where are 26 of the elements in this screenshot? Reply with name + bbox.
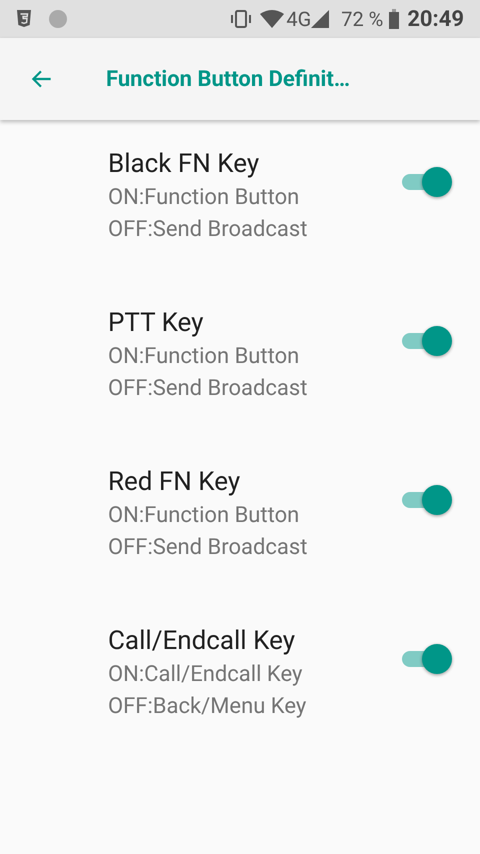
vibrate-icon bbox=[230, 10, 252, 28]
setting-title: Black FN Key bbox=[108, 148, 260, 181]
setting-title: Call/Endcall Key bbox=[108, 625, 296, 658]
setting-on-text: ON:Call/Endcall Key bbox=[108, 661, 304, 689]
battery-icon bbox=[389, 9, 400, 29]
battery-percent: 72 % bbox=[341, 6, 384, 33]
setting-title: Red FN Key bbox=[108, 466, 242, 499]
setting-title: PTT Key bbox=[108, 307, 204, 340]
wifi-icon bbox=[260, 10, 284, 28]
toggle-switch[interactable] bbox=[400, 324, 452, 356]
setting-off-text: OFF:Send Broadcast bbox=[108, 534, 308, 562]
toggle-switch[interactable] bbox=[400, 165, 452, 197]
toggle-switch[interactable] bbox=[400, 483, 452, 515]
circle-icon bbox=[48, 9, 68, 29]
toggle-switch[interactable] bbox=[400, 642, 452, 674]
setting-on-text: ON:Function Button bbox=[108, 184, 300, 212]
setting-on-text: ON:Function Button bbox=[108, 502, 300, 530]
network-type: 4G bbox=[286, 6, 312, 33]
html5-icon bbox=[16, 10, 32, 28]
setting-off-text: OFF:Back/Menu Key bbox=[108, 693, 308, 721]
setting-off-text: OFF:Send Broadcast bbox=[108, 216, 308, 244]
signal-icon bbox=[311, 10, 330, 28]
setting-off-text: OFF:Send Broadcast bbox=[108, 375, 308, 403]
clock: 20:49 bbox=[407, 6, 464, 34]
setting-on-text: ON:Function Button bbox=[108, 343, 300, 371]
screen-title: Function Button Definit… bbox=[106, 66, 350, 94]
